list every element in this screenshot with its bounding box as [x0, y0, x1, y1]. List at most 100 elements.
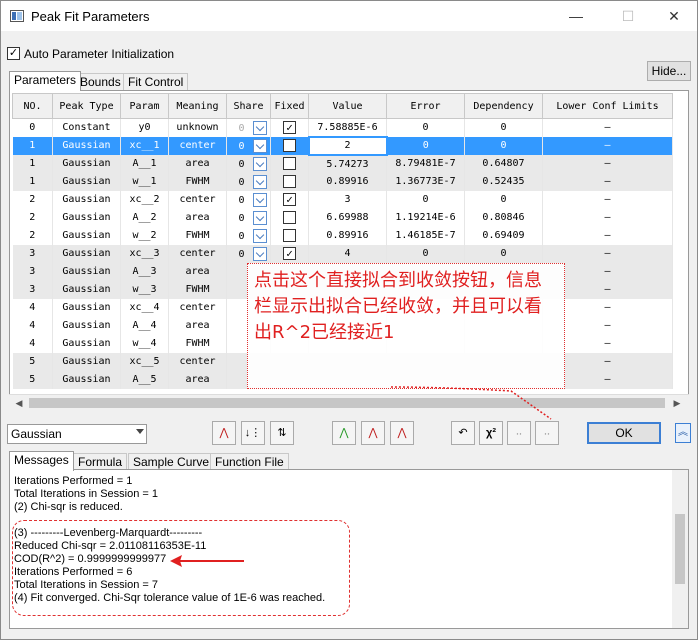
table-row[interactable]: 1 Gaussian A__1 area 0 5.74273 8.79481E-7 0.648…	[12, 154, 673, 173]
fixed-checkbox[interactable]	[283, 175, 296, 188]
cell-lower-conf[interactable]: —	[542, 208, 673, 227]
col-header-meaning[interactable]: Meaning	[168, 93, 227, 119]
sort-peaks-icon[interactable]: ↓⋮	[241, 421, 265, 445]
cell-meaning[interactable]: center	[168, 352, 227, 371]
cell-param[interactable]: xc__1	[120, 136, 169, 155]
hide-button[interactable]: Hide...	[647, 61, 691, 81]
fit-until-converged-icon[interactable]: ⸳⸳	[535, 421, 559, 445]
cell-lower-conf[interactable]: —	[542, 136, 673, 155]
share-dropdown-icon[interactable]	[252, 246, 267, 261]
cell-lower-conf[interactable]: —	[542, 154, 673, 173]
cell-share[interactable]: 0	[226, 118, 271, 137]
fit-peaks-icon[interactable]: ⋀	[332, 421, 356, 445]
cell-lower-conf[interactable]: —	[542, 172, 673, 191]
col-header-fixed[interactable]: Fixed	[270, 93, 309, 119]
cell-error[interactable]: 0	[386, 118, 465, 137]
cell-fixed[interactable]	[270, 154, 309, 173]
cell-lower-conf[interactable]: —	[542, 244, 673, 263]
cell-meaning[interactable]: center	[168, 298, 227, 317]
cell-param[interactable]: A__4	[120, 316, 169, 335]
cell-fixed[interactable]: ✓	[270, 244, 309, 263]
cell-peak-type[interactable]: Gaussian	[52, 154, 121, 173]
cell-error[interactable]: 1.19214E-6	[386, 208, 465, 227]
cell-error[interactable]: 0	[386, 244, 465, 263]
cell-value[interactable]: 4	[308, 244, 387, 263]
cell-param[interactable]: w__4	[120, 334, 169, 353]
cell-dependency[interactable]: 0.80846	[464, 208, 543, 227]
tab-bounds[interactable]: Bounds	[75, 73, 126, 91]
col-header-dependency[interactable]: Dependency	[464, 93, 543, 119]
col-header-share[interactable]: Share	[226, 93, 271, 119]
cell-no[interactable]: 0	[12, 118, 53, 137]
cell-dependency[interactable]: 0	[464, 244, 543, 263]
share-dropdown-icon[interactable]	[252, 120, 267, 135]
scroll-left-icon[interactable]: ◀	[11, 396, 27, 410]
peak-type-select[interactable]: Gaussian	[7, 424, 147, 444]
col-header-error[interactable]: Error	[386, 93, 465, 119]
col-header-peak-type[interactable]: Peak Type	[52, 93, 121, 119]
share-dropdown-icon[interactable]	[252, 210, 267, 225]
cell-no[interactable]: 3	[12, 262, 53, 281]
cell-param[interactable]: y0	[120, 118, 169, 137]
tab-fit-control[interactable]: Fit Control	[123, 73, 189, 91]
fit-multi-icon[interactable]: ⋀	[361, 421, 385, 445]
undo-icon[interactable]: ↶	[451, 421, 475, 445]
cell-peak-type[interactable]: Gaussian	[52, 262, 121, 281]
cell-meaning[interactable]: area	[168, 370, 227, 389]
fixed-checkbox[interactable]: ✓	[282, 139, 296, 152]
share-dropdown-icon[interactable]	[252, 228, 267, 243]
cell-peak-type[interactable]: Gaussian	[52, 226, 121, 245]
cell-peak-type[interactable]: Constant	[52, 118, 121, 137]
cell-lower-conf[interactable]: —	[542, 226, 673, 245]
scroll-right-icon[interactable]: ▶	[669, 396, 685, 410]
cell-meaning[interactable]: area	[168, 208, 227, 227]
cell-value[interactable]: 0.89916	[308, 172, 387, 191]
cell-param[interactable]: w__2	[120, 226, 169, 245]
table-row[interactable]: 0 Constant y0 unknown 0 ✓ 7.58885E-6 0 0—	[12, 118, 673, 137]
horizontal-scrollbar[interactable]: ◀ ▶	[9, 394, 689, 410]
cell-fixed[interactable]: ✓	[270, 190, 309, 209]
col-header-no[interactable]: NO.	[12, 93, 53, 119]
ok-button[interactable]: OK	[587, 422, 661, 444]
cell-peak-type[interactable]: Gaussian	[52, 172, 121, 191]
cell-peak-type[interactable]: Gaussian	[52, 352, 121, 371]
cell-meaning[interactable]: center	[168, 244, 227, 263]
cell-peak-type[interactable]: Gaussian	[52, 136, 121, 155]
fit-single-icon[interactable]: ⋀	[390, 421, 414, 445]
cell-share[interactable]: 0	[226, 244, 271, 263]
cell-fixed[interactable]: ✓	[270, 118, 309, 137]
cell-dependency[interactable]: 0.64807	[464, 154, 543, 173]
cell-no[interactable]: 2	[12, 226, 53, 245]
cell-param[interactable]: A__2	[120, 208, 169, 227]
cell-value[interactable]: 3	[308, 190, 387, 209]
cell-meaning[interactable]: area	[168, 154, 227, 173]
cell-meaning[interactable]: FWHM	[168, 280, 227, 299]
cell-param[interactable]: w__1	[120, 172, 169, 191]
fixed-checkbox[interactable]: ✓	[283, 193, 296, 206]
cell-no[interactable]: 3	[12, 280, 53, 299]
cell-meaning[interactable]: unknown	[168, 118, 227, 137]
cell-error[interactable]: 1.36773E-7	[386, 172, 465, 191]
table-row[interactable]: 1 Gaussian xc__1 center 0 ✓ 2 0 0—	[12, 135, 673, 156]
cell-share[interactable]: 0	[226, 172, 271, 191]
cell-fixed[interactable]: ✓	[270, 136, 309, 155]
cell-peak-type[interactable]: Gaussian	[52, 334, 121, 353]
col-header-param[interactable]: Param	[120, 93, 169, 119]
table-row[interactable]: 2 Gaussian A__2 area 0 6.69988 1.19214E-6 0.808…	[12, 208, 673, 227]
cell-no[interactable]: 4	[12, 316, 53, 335]
cell-dependency[interactable]: 0	[464, 190, 543, 209]
col-header-lower-conf[interactable]: Lower Conf Limits	[542, 93, 673, 119]
cell-value[interactable]: 7.58885E-6	[308, 118, 387, 137]
cell-dependency[interactable]: 0.52435	[464, 172, 543, 191]
cell-no[interactable]: 2	[12, 208, 53, 227]
tab-messages[interactable]: Messages	[9, 451, 74, 471]
cell-peak-type[interactable]: Gaussian	[52, 370, 121, 389]
messages-scrollbar[interactable]	[672, 470, 688, 628]
share-dropdown-icon[interactable]	[252, 192, 267, 207]
cell-peak-type[interactable]: Gaussian	[52, 280, 121, 299]
cell-peak-type[interactable]: Gaussian	[52, 316, 121, 335]
scroll-thumb[interactable]	[29, 398, 665, 408]
maximize-button[interactable]: ☐	[605, 1, 651, 31]
one-iteration-icon[interactable]: ⸳⸳	[507, 421, 531, 445]
cell-param[interactable]: A__5	[120, 370, 169, 389]
